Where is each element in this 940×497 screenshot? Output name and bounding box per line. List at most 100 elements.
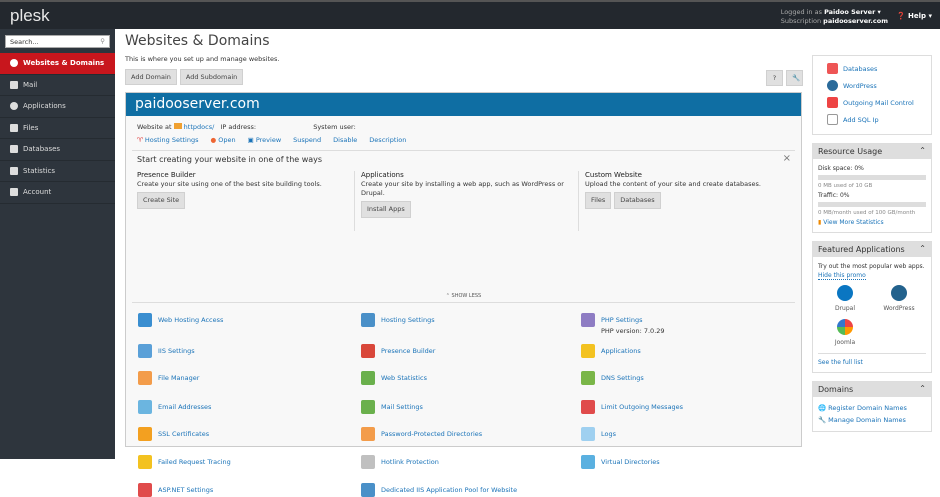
tool-label[interactable]: IIS Settings — [158, 347, 195, 355]
sidebar-item-label: Statistics — [23, 166, 55, 175]
link-label: Hosting Settings — [144, 136, 199, 144]
tool-label[interactable]: Mail Settings — [381, 403, 423, 411]
applications-icon — [581, 344, 595, 358]
tool-label[interactable]: SSL Certificates — [158, 430, 209, 438]
files-button[interactable]: Files — [585, 192, 612, 209]
tool-logs[interactable]: Logs — [581, 427, 616, 441]
ssl-certificates-icon — [138, 427, 152, 441]
search-placeholder: Search... — [10, 38, 39, 46]
view-more-statistics-link[interactable]: ▮ View More Statistics — [818, 219, 884, 226]
tool-applications[interactable]: Applications — [581, 344, 641, 358]
tool-label[interactable]: File Manager — [158, 374, 199, 382]
help-menu[interactable]: ❓ Help ▾ — [897, 12, 932, 20]
tool-label[interactable]: Limit Outgoing Messages — [601, 403, 683, 411]
tool-password-protected-directories[interactable]: Password-Protected Directories — [361, 427, 482, 441]
tool-mail-settings[interactable]: Mail Settings — [361, 400, 423, 414]
show-less-toggle[interactable]: ⌃ SHOW LESS — [132, 293, 795, 303]
password-protected-directories-icon — [361, 427, 375, 441]
tool-php-settings[interactable]: PHP Settings PHP version: 7.0.29 — [581, 313, 665, 335]
app-joomla[interactable]: Joomla — [818, 319, 872, 347]
tool-failed-request-tracing[interactable]: Failed Request Tracing — [138, 455, 231, 469]
collapse-icon[interactable]: ⌃ — [919, 244, 926, 253]
tool-presence-builder[interactable]: Presence Builder — [361, 344, 435, 358]
tool-ssl-certificates[interactable]: SSL Certificates — [138, 427, 209, 441]
shortcut-outgoing-mail[interactable]: Outgoing Mail Control — [843, 99, 914, 107]
sidebar-item-applications[interactable]: Applications — [0, 96, 115, 118]
help-button[interactable]: ? — [766, 70, 783, 86]
app-label: WordPress — [883, 305, 915, 312]
see-full-list-link[interactable]: See the full list — [818, 359, 863, 366]
subscription-menu[interactable]: paidooserver.com — [823, 17, 888, 25]
tool-label[interactable]: Hotlink Protection — [381, 458, 439, 466]
install-apps-button[interactable]: Install Apps — [361, 201, 411, 218]
system-user-label: System user: — [313, 123, 356, 131]
tool-label[interactable]: PHP Settings — [601, 316, 642, 324]
tool-label[interactable]: DNS Settings — [601, 374, 644, 382]
add-domain-button[interactable]: Add Domain — [125, 69, 177, 85]
domain-name[interactable]: paidooserver.com — [126, 93, 801, 116]
sidebar-item-mail[interactable]: Mail — [0, 75, 115, 96]
tool-iis-settings[interactable]: IIS Settings — [138, 344, 195, 358]
create-site-button[interactable]: Create Site — [137, 192, 186, 209]
tool-label[interactable]: ASP.NET Settings — [158, 486, 213, 494]
tool-virtual-directories[interactable]: Virtual Directories — [581, 455, 660, 469]
user-menu[interactable]: Paidoo Server ▾ — [824, 8, 881, 16]
tool-label[interactable]: Applications — [601, 347, 641, 355]
tool-label[interactable]: Failed Request Tracing — [158, 458, 231, 466]
globe-icon: 🌐 — [818, 404, 827, 412]
collapse-icon[interactable]: ⌃ — [919, 146, 926, 155]
tool-label[interactable]: Web Hosting Access — [158, 316, 223, 324]
plesk-logo[interactable]: plesk — [10, 6, 50, 26]
tool-label[interactable]: Virtual Directories — [601, 458, 660, 466]
search-icon[interactable]: ⚲ — [100, 37, 105, 45]
tool-limit-outgoing-messages[interactable]: Limit Outgoing Messages — [581, 400, 683, 414]
tool-dns-settings[interactable]: DNS Settings — [581, 371, 644, 385]
tool-email-addresses[interactable]: Email Addresses — [138, 400, 211, 414]
suspend-link[interactable]: Suspend — [293, 136, 321, 144]
traffic-label: Traffic: 0% — [818, 192, 850, 199]
app-wordpress[interactable]: WordPress — [872, 285, 926, 313]
sidebar-item-account[interactable]: Account — [0, 182, 115, 204]
bar-chart-icon — [10, 166, 18, 175]
shortcut-add-sql-ip[interactable]: Add SQL Ip — [843, 116, 879, 124]
tool-dedicated-iis-application-pool-for-website[interactable]: Dedicated IIS Application Pool for Websi… — [361, 483, 517, 497]
sidebar-item-files[interactable]: Files — [0, 118, 115, 139]
sidebar-item-statistics[interactable]: Statistics — [0, 161, 115, 182]
open-link[interactable]: ● Open — [210, 136, 235, 144]
disable-link[interactable]: Disable — [333, 136, 357, 144]
description-link[interactable]: Description — [369, 136, 406, 144]
add-subdomain-button[interactable]: Add Subdomain — [179, 69, 244, 85]
tool-label[interactable]: Password-Protected Directories — [381, 430, 482, 438]
tool-hosting-settings[interactable]: Hosting Settings — [361, 313, 435, 327]
tool-asp-net-settings[interactable]: ASP.NET Settings — [138, 483, 213, 497]
tool-label[interactable]: Dedicated IIS Application Pool for Websi… — [381, 486, 517, 494]
hosting-settings-link[interactable]: ♈ Hosting Settings — [137, 136, 198, 144]
tool-hotlink-protection[interactable]: Hotlink Protection — [361, 455, 439, 469]
tool-label[interactable]: Logs — [601, 430, 616, 438]
preview-link[interactable]: ▣ Preview — [248, 136, 282, 144]
tool-file-manager[interactable]: File Manager — [138, 371, 199, 385]
tool-web-hosting-access[interactable]: Web Hosting Access — [138, 313, 223, 327]
shortcut-wordpress[interactable]: WordPress — [843, 82, 877, 90]
shortcut-databases[interactable]: Databases — [843, 65, 877, 73]
tool-label[interactable]: Presence Builder — [381, 347, 435, 355]
tool-label[interactable]: Web Statistics — [381, 374, 427, 382]
sidebar-item-databases[interactable]: Databases — [0, 139, 115, 161]
tool-label[interactable]: Email Addresses — [158, 403, 211, 411]
link-label: Manage Domain Names — [828, 416, 906, 424]
sidebar-item-websites-domains[interactable]: Websites & Domains — [0, 53, 115, 75]
register-domain-link[interactable]: 🌐 Register Domain Names — [818, 404, 907, 412]
hide-promo-link[interactable]: Hide this promo — [818, 272, 866, 280]
tool-label[interactable]: Hosting Settings — [381, 316, 435, 324]
collapse-icon[interactable]: ⌃ — [919, 384, 926, 393]
web-statistics-icon — [361, 371, 375, 385]
manage-domain-link[interactable]: 🔧 Manage Domain Names — [818, 416, 906, 424]
databases-button[interactable]: Databases — [614, 192, 661, 209]
close-icon[interactable]: × — [783, 153, 791, 164]
search-input[interactable]: Search... ⚲ — [5, 35, 110, 48]
tool-web-statistics[interactable]: Web Statistics — [361, 371, 427, 385]
logged-label: Logged in as — [780, 8, 822, 16]
wrench-icon[interactable]: 🔧 — [786, 70, 803, 86]
app-drupal[interactable]: Drupal — [818, 285, 872, 313]
httpdocs-link[interactable]: httpdocs/ — [184, 123, 215, 131]
